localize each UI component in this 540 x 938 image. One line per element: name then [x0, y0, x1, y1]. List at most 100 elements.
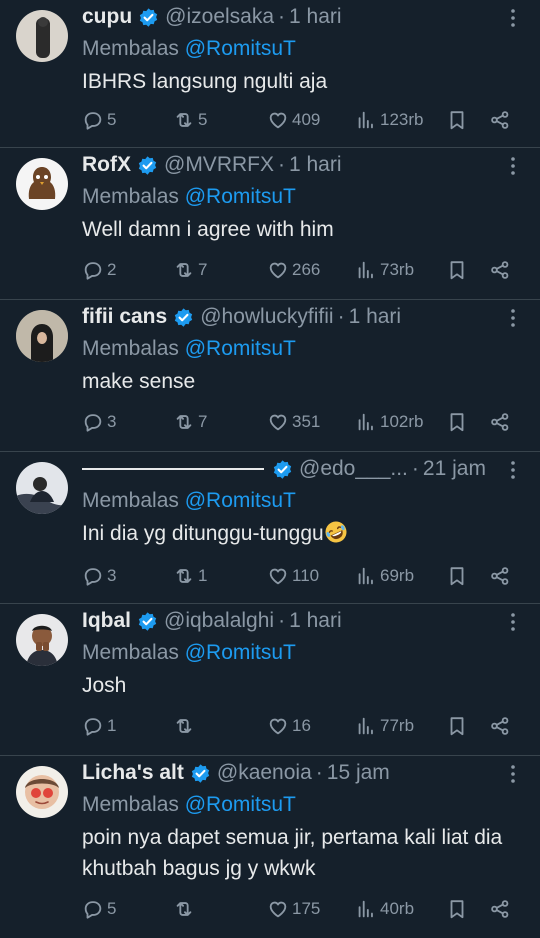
- mention-link[interactable]: @RomitsuT: [185, 489, 296, 512]
- display-name[interactable]: cupu: [82, 5, 132, 29]
- more-icon[interactable]: [502, 306, 524, 330]
- reply-count: 2: [107, 260, 117, 279]
- tweet-text-body: Ini dia yg ditunggu-tunggu: [82, 522, 324, 545]
- share-button[interactable]: [489, 898, 511, 920]
- bookmark-button[interactable]: [446, 898, 468, 920]
- tweet[interactable]: Iqbal @iqbalalghi · 1 hari Membalas @Rom…: [0, 604, 540, 756]
- more-icon[interactable]: [502, 6, 524, 30]
- views-button[interactable]: 73rb: [355, 259, 414, 281]
- handle[interactable]: @izoelsaka: [165, 5, 274, 29]
- retweet-count: 7: [198, 260, 208, 279]
- timestamp[interactable]: 1 hari: [289, 153, 342, 177]
- share-button[interactable]: [489, 109, 511, 131]
- handle[interactable]: @edo___...: [299, 457, 408, 481]
- bookmark-button[interactable]: [446, 715, 468, 737]
- like-button[interactable]: 175: [267, 898, 320, 920]
- retweet-button[interactable]: 7: [173, 411, 207, 433]
- like-count: 110: [292, 566, 320, 585]
- timestamp[interactable]: 1 hari: [349, 305, 402, 329]
- views-button[interactable]: 123rb: [355, 109, 423, 131]
- mention-link[interactable]: @RomitsuT: [185, 793, 296, 816]
- more-icon[interactable]: [502, 154, 524, 178]
- reply-feed: cupu @izoelsaka · 1 hari Membalas @Romit…: [0, 0, 540, 938]
- like-button[interactable]: 16: [267, 715, 311, 737]
- views-button[interactable]: 102rb: [355, 411, 423, 433]
- like-button[interactable]: 110: [267, 565, 319, 587]
- share-button[interactable]: [489, 259, 511, 281]
- reply-button[interactable]: 5: [82, 109, 116, 131]
- display-name[interactable]: fifii cans: [82, 305, 167, 329]
- views-icon: [358, 261, 373, 279]
- retweet-button[interactable]: [173, 715, 198, 737]
- tweet[interactable]: cupu @izoelsaka · 1 hari Membalas @Romit…: [0, 0, 540, 148]
- retweet-icon: [176, 902, 192, 916]
- verified-badge-icon: [138, 155, 157, 175]
- reply-button[interactable]: 3: [82, 411, 116, 433]
- like-button[interactable]: 266: [267, 259, 320, 281]
- like-icon: [269, 262, 287, 279]
- tweet[interactable]: RofX @MVRRFX · 1 hari Membalas @RomitsuT…: [0, 148, 540, 300]
- bookmark-button[interactable]: [446, 259, 468, 281]
- handle[interactable]: @MVRRFX: [164, 153, 274, 177]
- retweet-button[interactable]: 7: [173, 259, 207, 281]
- avatar[interactable]: [16, 766, 68, 818]
- share-button[interactable]: [489, 411, 511, 433]
- display-name[interactable]: [82, 468, 264, 470]
- avatar[interactable]: [16, 462, 68, 514]
- like-button[interactable]: 351: [267, 411, 320, 433]
- like-button[interactable]: 409: [267, 109, 320, 131]
- avatar[interactable]: [16, 310, 68, 362]
- retweet-button[interactable]: 5: [173, 109, 207, 131]
- reply-icon: [84, 262, 102, 280]
- display-name[interactable]: RofX: [82, 153, 131, 177]
- rolling-laughing-emoji: [325, 521, 347, 543]
- action-bar: 3 7 351 102rb: [82, 409, 524, 435]
- like-icon: [269, 568, 287, 585]
- display-name[interactable]: Licha's alt: [82, 761, 184, 785]
- tweet-text: Ini dia yg ditunggu-tunggu: [82, 518, 524, 549]
- handle[interactable]: @iqbalalghi: [164, 609, 274, 633]
- bookmark-icon: [450, 261, 464, 280]
- tweet[interactable]: @edo___... · 21 jam Membalas @RomitsuT I…: [0, 452, 540, 604]
- share-icon: [491, 717, 509, 735]
- mention-link[interactable]: @RomitsuT: [185, 337, 296, 360]
- views-button[interactable]: 77rb: [355, 715, 414, 737]
- retweet-button[interactable]: 1: [173, 565, 207, 587]
- avatar[interactable]: [16, 614, 68, 666]
- bookmark-icon: [450, 717, 464, 736]
- tweet-header: Licha's alt @kaenoia · 15 jam: [82, 758, 524, 788]
- avatar[interactable]: [16, 158, 68, 210]
- handle[interactable]: @howluckyfifii: [200, 305, 333, 329]
- display-name[interactable]: Iqbal: [82, 609, 131, 633]
- tweet-text: make sense: [82, 370, 196, 393]
- more-icon[interactable]: [502, 610, 524, 634]
- reply-button[interactable]: 5: [82, 898, 116, 920]
- reply-button[interactable]: 3: [82, 565, 116, 587]
- tweet-header: @edo___... · 21 jam: [82, 454, 524, 484]
- reply-button[interactable]: 1: [82, 715, 116, 737]
- timestamp[interactable]: 1 hari: [289, 5, 342, 29]
- tweet[interactable]: Licha's alt @kaenoia · 15 jam Membalas @…: [0, 756, 540, 938]
- timestamp[interactable]: 21 jam: [423, 457, 486, 481]
- bookmark-button[interactable]: [446, 411, 468, 433]
- views-count: 73rb: [380, 260, 415, 279]
- avatar[interactable]: [16, 10, 68, 62]
- mention-link[interactable]: @RomitsuT: [185, 185, 296, 208]
- bookmark-button[interactable]: [446, 565, 468, 587]
- reply-button[interactable]: 2: [82, 259, 116, 281]
- mention-link[interactable]: @RomitsuT: [185, 37, 296, 60]
- mention-link[interactable]: @RomitsuT: [185, 641, 296, 664]
- tweet[interactable]: fifii cans @howluckyfifii · 1 hari Memba…: [0, 300, 540, 452]
- more-icon[interactable]: [502, 458, 524, 482]
- handle[interactable]: @kaenoia: [217, 761, 312, 785]
- timestamp[interactable]: 1 hari: [289, 609, 342, 633]
- views-button[interactable]: 69rb: [355, 565, 414, 587]
- share-button[interactable]: [489, 565, 511, 587]
- views-button[interactable]: 40rb: [355, 898, 414, 920]
- share-button[interactable]: [489, 715, 511, 737]
- bookmark-button[interactable]: [446, 109, 468, 131]
- views-count: 40rb: [380, 899, 415, 918]
- timestamp[interactable]: 15 jam: [327, 761, 390, 785]
- retweet-button[interactable]: [173, 898, 198, 920]
- more-icon[interactable]: [502, 762, 524, 786]
